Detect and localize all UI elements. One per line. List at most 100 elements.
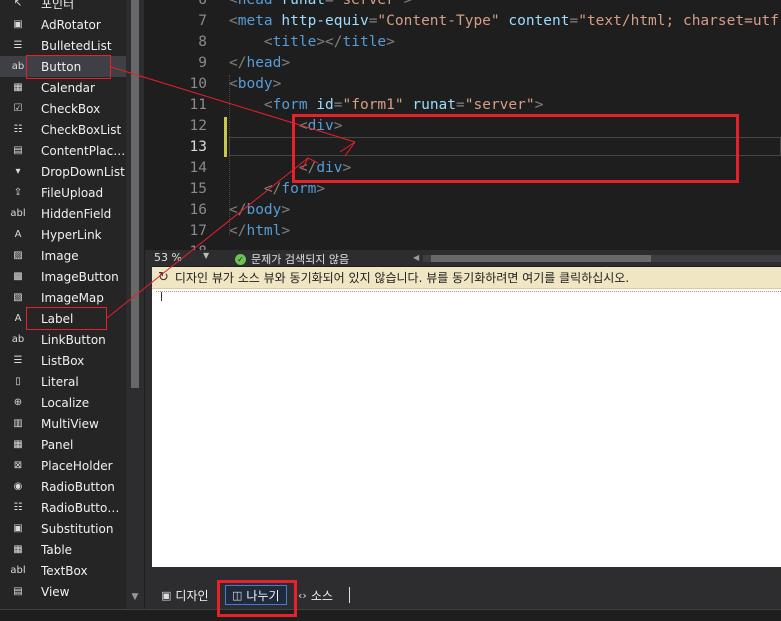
toolbox-item-label: HyperLink	[41, 227, 102, 242]
line-number: 16	[189, 202, 207, 218]
code-token-attr: runat	[272, 0, 326, 8]
toolbox-item-image[interactable]: ▨ Image	[0, 245, 126, 266]
toolbox-item-checkbox[interactable]: ☑ CheckBox	[0, 98, 126, 119]
localize-icon: ⊕	[13, 397, 23, 408]
image-icon: ▨	[13, 250, 23, 261]
hidden-field-icon: abl	[10, 208, 26, 219]
dropdown-list-icon: ▾	[15, 166, 21, 177]
pane-splitter	[145, 266, 152, 581]
issues-indicator[interactable]: ✓ 문제가 검색되지 않음	[235, 251, 349, 267]
toolbox-item-label: Localize	[41, 395, 90, 410]
bottom-status-bar	[0, 609, 781, 621]
line-number: 9	[198, 55, 207, 71]
placeholder-icon: ⊠	[13, 460, 23, 471]
code-token-punc: </	[229, 181, 282, 197]
toolbox-item-calendar[interactable]: ▦ Calendar	[0, 77, 126, 98]
line-number: 10	[189, 76, 207, 92]
design-scroll-area	[152, 567, 781, 581]
toolbox-item-label: LinkButton	[41, 332, 106, 347]
toolbox-item-multiview[interactable]: ▥ MultiView	[0, 413, 126, 434]
code-token-punc: >	[316, 181, 326, 197]
hyperlink-icon: A	[14, 229, 22, 240]
horizontal-scrollbar[interactable]	[423, 255, 781, 262]
literal-icon: ▯	[15, 376, 21, 387]
horizontal-scrollbar-thumb[interactable]	[431, 255, 651, 262]
adrotator-icon: ▣	[13, 19, 23, 30]
toolbox-item-view[interactable]: ▤ View	[0, 581, 126, 602]
toolbox-item-label: HiddenField	[41, 206, 112, 221]
code-token-tag: title	[342, 34, 387, 50]
toolbox-item-contentplace[interactable]: ▤ ContentPlace...	[0, 140, 126, 161]
tab-design[interactable]: ▣ 디자인	[161, 585, 209, 605]
bulleted-list-icon: ☰	[13, 40, 23, 51]
code-line[interactable]: <title></title>	[229, 34, 395, 50]
toolbox-item-radiobutton[interactable]: ◉ RadioButton	[0, 476, 126, 497]
toolbox-item-label: View	[41, 584, 70, 599]
code-line[interactable]: </html>	[229, 223, 290, 239]
substitution-icon: ▣	[13, 523, 23, 534]
content-placeholder-icon: ▤	[13, 145, 23, 156]
toolbox-item-checkboxlist[interactable]: ☷ CheckBoxList	[0, 119, 126, 140]
code-line[interactable]: <head runat="server">	[229, 0, 412, 8]
indent-guide	[229, 75, 231, 235]
toolbox-item-imagebutton[interactable]: ▩ ImageButton	[0, 266, 126, 287]
toolbox-item-placeholder[interactable]: ⊠ PlaceHolder	[0, 455, 126, 476]
code-line[interactable]: </form>	[229, 181, 325, 197]
toolbox-item-bulletedlist[interactable]: ☰ BulletedList	[0, 35, 126, 56]
toolbox-item-textbox[interactable]: abl TextBox	[0, 560, 126, 581]
design-view[interactable]: ↻ 디자인 뷰가 소스 뷰와 동기화되어 있지 않습니다. 뷰를 동기화하려면 …	[152, 267, 781, 567]
code-line[interactable]: </body>	[229, 202, 290, 218]
code-token-tag: form	[272, 97, 308, 113]
tab-source[interactable]: ‹› 소스	[298, 585, 333, 605]
annotation-button-highlight	[26, 55, 111, 79]
listbox-icon: ☰	[13, 355, 23, 366]
radio-button-icon: ◉	[13, 481, 23, 492]
code-line[interactable]: <body>	[229, 76, 281, 92]
code-token-punc: <	[229, 34, 273, 50]
toolbox-item-radiobuttonl[interactable]: ☷ RadioButtonL...	[0, 497, 126, 518]
toolbox-item-dropdownlist[interactable]: ▾ DropDownList	[0, 161, 126, 182]
toolbox-item-table[interactable]: ▦ Table	[0, 539, 126, 560]
code-token-str: "text/html; charset=utf-8"	[578, 13, 781, 29]
editor-status-bar: 53 % ▼ ✓ 문제가 검색되지 않음 ◀	[145, 250, 781, 266]
code-token-tag: head	[237, 0, 273, 8]
toolbox-item-substitution[interactable]: ▣ Substitution	[0, 518, 126, 539]
toolbox-item-linkbutton[interactable]: ab LinkButton	[0, 329, 126, 350]
code-line[interactable]: <meta http-equiv="Content-Type" content=…	[229, 13, 781, 29]
code-token-tag: html	[246, 223, 282, 239]
pointer-icon: ↖	[13, 0, 23, 9]
scroll-left-arrow-icon[interactable]: ◀	[413, 253, 419, 262]
toolbox-item-label: Table	[41, 542, 73, 557]
toolbox-item-imagemap[interactable]: ▧ ImageMap	[0, 287, 126, 308]
table-icon: ▦	[13, 544, 23, 555]
design-view-icon: ▣	[161, 588, 172, 602]
code-token-punc: =	[569, 13, 579, 29]
code-line[interactable]: </head>	[229, 55, 290, 71]
toolbox-item-label: Panel	[41, 437, 74, 452]
toolbox-item-adrotator[interactable]: ▣ AdRotator	[0, 14, 126, 35]
zoom-level[interactable]: 53 %	[154, 251, 182, 264]
zoom-dropdown-icon[interactable]: ▼	[203, 251, 209, 260]
toolbox-item-hyperlink[interactable]: A HyperLink	[0, 224, 126, 245]
code-token-punc: <	[229, 97, 273, 113]
view-icon: ▤	[13, 586, 23, 597]
scroll-down-arrow-icon[interactable]: ▼	[128, 592, 142, 606]
toolbox-item-label: CheckBox	[41, 101, 101, 116]
issues-text: 문제가 검색되지 않음	[251, 253, 350, 266]
toolbox-scrollbar-thumb[interactable]	[131, 0, 139, 388]
toolbox-item-panel[interactable]: ▦ Panel	[0, 434, 126, 455]
code-line[interactable]: <form id="form1" runat="server">	[229, 97, 543, 113]
code-token-punc: =	[325, 0, 334, 8]
line-number: 8	[198, 34, 207, 50]
toolbox-item-label: RadioButton	[41, 479, 115, 494]
toolbox-item-localize[interactable]: ⊕ Localize	[0, 392, 126, 413]
toolbox-item-hiddenfield[interactable]: abl HiddenField	[0, 203, 126, 224]
toolbox-item-label: Substitution	[41, 521, 114, 536]
toolbox-item-literal[interactable]: ▯ Literal	[0, 371, 126, 392]
code-token-punc: >	[403, 0, 413, 8]
toolbox-item-[interactable]: ↖ 포인터	[0, 0, 126, 14]
sync-notification-bar[interactable]: ↻ 디자인 뷰가 소스 뷰와 동기화되어 있지 않습니다. 뷰를 동기화하려면 …	[152, 267, 781, 289]
code-token-attr: id	[307, 97, 334, 113]
toolbox-item-listbox[interactable]: ☰ ListBox	[0, 350, 126, 371]
toolbox-item-fileupload[interactable]: ⇪ FileUpload	[0, 182, 126, 203]
